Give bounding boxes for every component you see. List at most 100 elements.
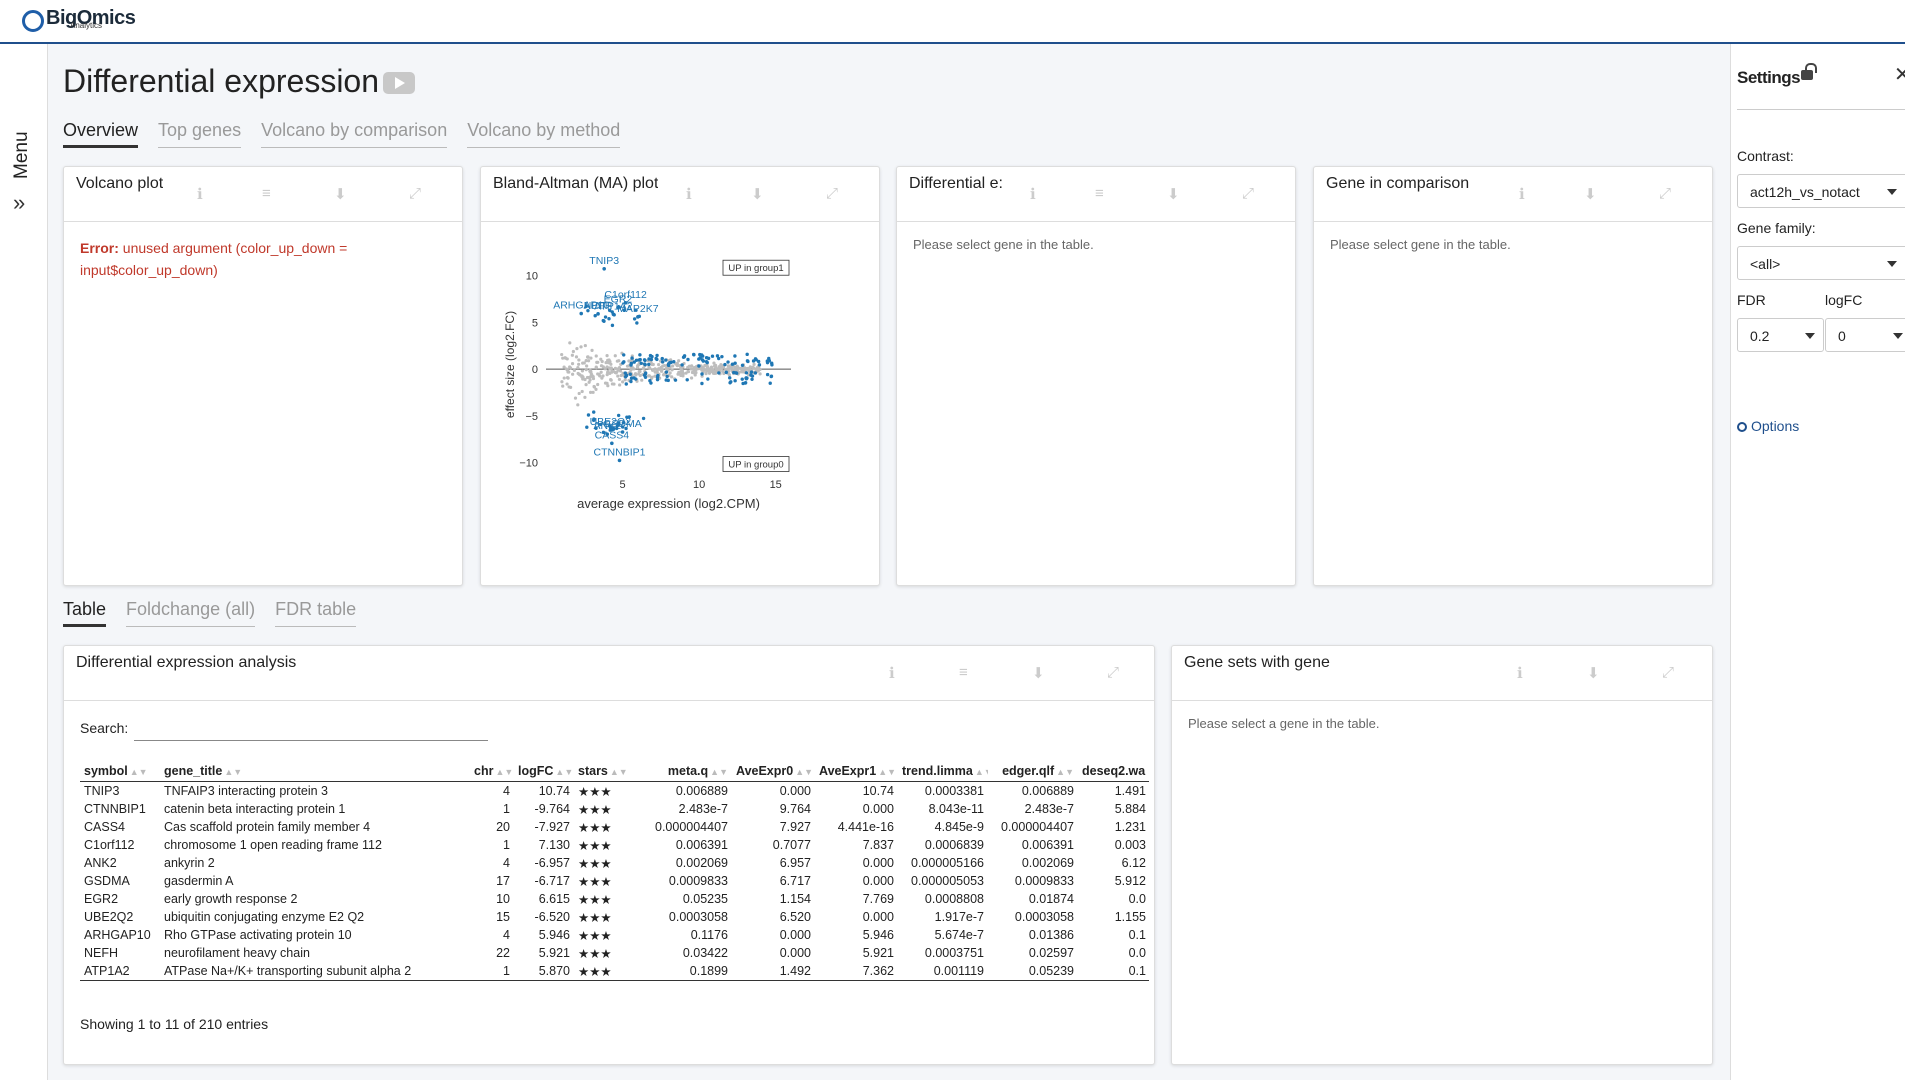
- close-icon[interactable]: ✕: [1894, 62, 1905, 87]
- gene-family-select[interactable]: <all>: [1737, 246, 1905, 280]
- background-point: [576, 371, 580, 376]
- menu-icon[interactable]: ≡: [262, 185, 271, 202]
- significant-point: [664, 370, 669, 374]
- column-header-edger-qlf[interactable]: edger.qlf ▲▼: [988, 761, 1078, 782]
- menu-label[interactable]: Menu: [11, 119, 33, 179]
- download-icon[interactable]: ⬇: [1584, 185, 1597, 203]
- significant-point: [593, 313, 597, 318]
- table-cell: 8.043e-11: [928, 802, 984, 816]
- column-header-label: AveExpr1: [819, 764, 877, 778]
- tab-foldchange-all[interactable]: Foldchange (all): [126, 599, 256, 627]
- logfc-select[interactable]: 0: [1825, 318, 1905, 352]
- info-icon[interactable]: ℹ: [1030, 185, 1036, 203]
- menu-icon[interactable]: ≡: [1095, 185, 1104, 202]
- background-point: [583, 343, 587, 348]
- download-icon[interactable]: ⬇: [334, 185, 347, 203]
- significant-point: [622, 353, 626, 357]
- tab-top-genes[interactable]: Top genes: [158, 120, 242, 148]
- background-point: [584, 368, 588, 372]
- info-icon[interactable]: ℹ: [1517, 664, 1523, 682]
- background-point: [586, 359, 591, 363]
- labeled-point: [617, 458, 622, 463]
- background-point: [576, 365, 580, 370]
- column-header-logfc[interactable]: logFC ▲▼: [514, 761, 574, 782]
- background-point: [560, 352, 564, 357]
- y-tick-label: 10: [526, 271, 538, 283]
- background-point: [577, 391, 581, 396]
- background-point: [608, 359, 612, 364]
- tab-volcano-by-method[interactable]: Volcano by method: [467, 120, 621, 148]
- significant-point: [741, 381, 745, 386]
- background-point: [601, 374, 605, 378]
- significant-point: [740, 363, 745, 368]
- table-row[interactable]: TNIP3 TNFAIP3 interacting protein 3 4 10.74…: [80, 782, 1149, 801]
- background-point: [571, 349, 575, 354]
- info-icon[interactable]: ℹ: [1519, 185, 1525, 203]
- background-point: [668, 371, 672, 375]
- column-header-aveexpr0[interactable]: AveExpr0 ▲▼: [732, 761, 815, 782]
- table-cell: -9.764: [534, 802, 570, 816]
- tab-fdr-table[interactable]: FDR table: [275, 599, 357, 627]
- background-point: [562, 376, 566, 380]
- significant-point: [744, 371, 749, 375]
- table-cell: 0.006391: [675, 838, 728, 852]
- table-cell: 5.884: [1114, 802, 1146, 816]
- table-row[interactable]: GSDMA gasdermin A 17 -6.717 ★★★ 0.0009833 6.71…: [80, 872, 1149, 890]
- fdr-select[interactable]: 0.2: [1737, 318, 1824, 352]
- expand-icon[interactable]: ⤢: [1662, 664, 1674, 681]
- table-cell: 0.000: [862, 874, 894, 888]
- background-point: [712, 361, 716, 365]
- download-icon[interactable]: ⬇: [1167, 185, 1180, 203]
- lock-icon[interactable]: [1801, 63, 1817, 80]
- column-header-stars[interactable]: stars ▲▼: [574, 761, 632, 782]
- background-point: [618, 383, 622, 387]
- tab-volcano-by-comparison[interactable]: Volcano by comparison: [261, 120, 448, 148]
- contrast-select[interactable]: act12h_vs_notact: [1737, 174, 1905, 208]
- tab-table[interactable]: Table: [63, 599, 107, 627]
- significant-point: [643, 375, 648, 380]
- expand-icon[interactable]: ⤢: [409, 185, 421, 202]
- column-header-meta-q[interactable]: meta.q ▲▼: [632, 761, 732, 782]
- expand-icon[interactable]: ⤢: [826, 185, 838, 202]
- info-icon[interactable]: ℹ: [686, 185, 692, 203]
- table-cell: EGR2: [84, 892, 119, 906]
- table-row[interactable]: ATP1A2 ATPase Na+/K+ transporting subunit…: [80, 962, 1149, 981]
- background-point: [579, 345, 583, 349]
- video-tutorial-icon[interactable]: [383, 72, 415, 94]
- download-icon[interactable]: ⬇: [751, 185, 764, 203]
- column-header-trend-limma[interactable]: trend.limma▲▼: [898, 761, 988, 782]
- info-icon[interactable]: ℹ: [197, 185, 203, 203]
- column-header-symbol[interactable]: symbol ▲▼: [80, 761, 160, 782]
- column-header-gene-title[interactable]: gene_title ▲▼: [160, 761, 470, 782]
- table-row[interactable]: ANK2 ankyrin 2 4 -6.957 ★★★ 0.002069 6.957 0.00…: [80, 854, 1149, 872]
- sort-icon: ▲▼: [1056, 767, 1074, 777]
- table-row[interactable]: CTNNBIP1 catenin beta interacting protein…: [80, 800, 1149, 818]
- significant-point: [749, 370, 754, 374]
- table-cell: 1.155: [1114, 910, 1146, 924]
- significant-point: [638, 353, 642, 357]
- sort-icon: ▲▼: [224, 767, 243, 777]
- background-point: [562, 365, 566, 369]
- column-header-label: chr: [474, 764, 494, 778]
- download-icon[interactable]: ⬇: [1587, 664, 1600, 682]
- column-header-aveexpr1[interactable]: AveExpr1 ▲▼: [815, 761, 898, 782]
- table-cell: ★★★: [578, 928, 612, 943]
- table-row[interactable]: ARHGAP10 Rho GTPase activating protein 10…: [80, 926, 1149, 944]
- column-header-chr[interactable]: chr ▲▼: [470, 761, 514, 782]
- search-input[interactable]: [134, 710, 488, 741]
- significant-point: [624, 373, 629, 378]
- expand-menu-icon[interactable]: »: [13, 190, 25, 216]
- table-row[interactable]: C1orf112 chromosome 1 open reading frame …: [80, 836, 1149, 854]
- table-row[interactable]: CASS4 Cas scaffold protein family member …: [80, 818, 1149, 836]
- table-cell: 0.0008808: [924, 892, 984, 906]
- table-row[interactable]: EGR2 early growth response 2 10 6.615 ★★★ 0.0…: [80, 890, 1149, 908]
- table-row[interactable]: UBE2Q2 ubiquitin conjugating enzyme E2 Q2…: [80, 908, 1149, 926]
- tab-overview[interactable]: Overview: [63, 120, 139, 148]
- column-header-deseq2-wa[interactable]: deseq2.wa▲▼: [1078, 761, 1149, 782]
- background-point: [634, 373, 638, 377]
- options-link[interactable]: Options: [1737, 418, 1799, 434]
- significant-point: [744, 376, 748, 380]
- expand-icon[interactable]: ⤢: [1659, 185, 1671, 202]
- expand-icon[interactable]: ⤢: [1242, 185, 1254, 202]
- table-row[interactable]: NEFH neurofilament heavy chain 22 5.921 ★★★ 0…: [80, 944, 1149, 962]
